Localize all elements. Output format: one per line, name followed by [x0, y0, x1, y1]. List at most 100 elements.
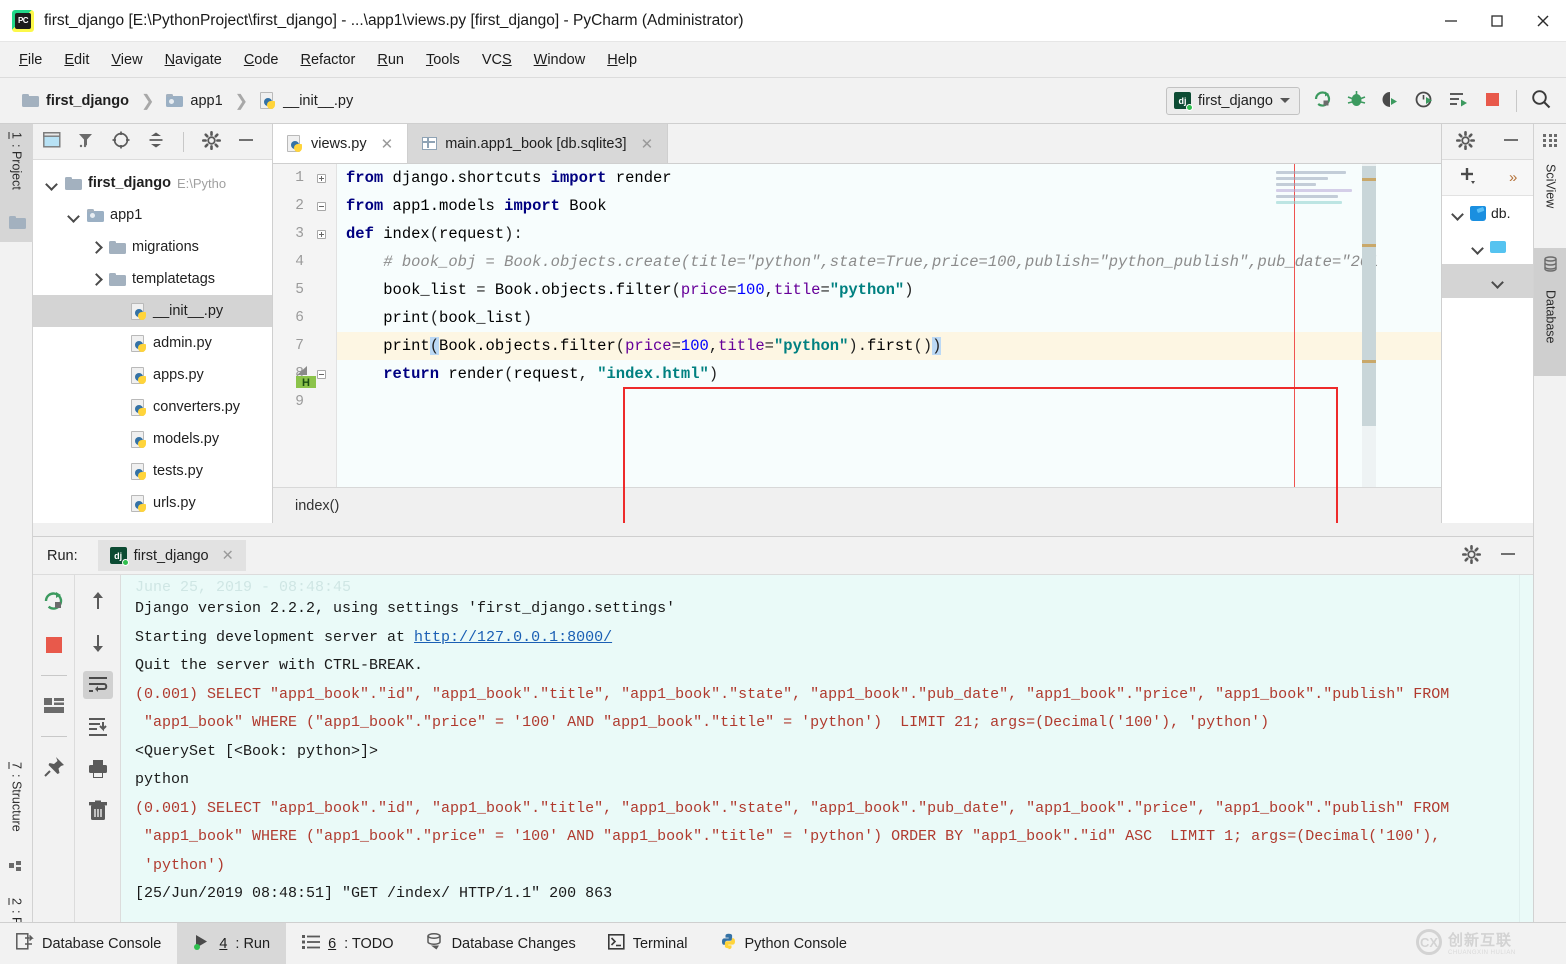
tree-item-app1[interactable]: app1	[33, 199, 272, 231]
chevron-right-icon[interactable]	[89, 240, 103, 254]
status-bar-item-databasechanges[interactable]: Database Changes	[410, 923, 592, 964]
chevron-down-icon[interactable]	[1451, 206, 1465, 220]
database-tree-row[interactable]	[1442, 230, 1533, 264]
scroll-to-end-icon[interactable]	[83, 713, 113, 741]
menu-item-edit[interactable]: Edit	[53, 48, 100, 72]
status-bar-item-todo[interactable]: 6: TODO	[286, 923, 410, 964]
debug-icon[interactable]	[1346, 89, 1367, 113]
close-icon[interactable]: ✕	[222, 548, 234, 564]
menu-item-code[interactable]: Code	[233, 48, 290, 72]
menu-item-tools[interactable]: Tools	[415, 48, 471, 72]
up-icon[interactable]	[83, 587, 113, 615]
status-bar-item-pythonconsole[interactable]: Python Console	[704, 923, 863, 964]
coverage-icon[interactable]	[1380, 89, 1401, 113]
code-minimap[interactable]	[1276, 168, 1356, 228]
chevron-down-icon[interactable]	[67, 208, 81, 222]
menu-item-vcs[interactable]: VCS	[471, 48, 523, 72]
html-marker-icon[interactable]: H	[294, 365, 318, 392]
profile-icon[interactable]	[1414, 89, 1435, 113]
fold-icon[interactable]	[317, 202, 326, 211]
menu-item-view[interactable]: View	[100, 48, 153, 72]
database-tree-row[interactable]: db.	[1442, 196, 1533, 230]
chevron-right-icon[interactable]	[89, 272, 103, 286]
rerun-icon[interactable]	[1312, 89, 1333, 113]
run-configuration-tab[interactable]: dj first_django ✕	[97, 540, 246, 571]
tree-item-appspy[interactable]: apps.py	[33, 359, 272, 391]
print-icon[interactable]	[83, 755, 113, 783]
settings-gear-icon[interactable]	[1461, 544, 1482, 567]
editor-scrollbar-thumb[interactable]	[1362, 166, 1376, 426]
chevron-down-icon[interactable]	[1491, 274, 1505, 288]
code-line-9[interactable]	[337, 388, 1441, 416]
scroll-from-source-icon[interactable]	[111, 130, 131, 153]
database-tree-row[interactable]	[1442, 264, 1533, 298]
code-line-7[interactable]: print(Book.objects.filter(price=100,titl…	[337, 332, 1441, 360]
tree-item-templatetags[interactable]: templatetags	[33, 263, 272, 295]
down-icon[interactable]	[83, 629, 113, 657]
clear-all-icon[interactable]	[83, 797, 113, 825]
menu-item-run[interactable]: Run	[366, 48, 415, 72]
settings-gear-icon[interactable]	[201, 130, 222, 153]
add-icon[interactable]	[1458, 166, 1478, 189]
sidebar-item-sciview[interactable]: SciView	[1534, 156, 1566, 238]
code-line-4[interactable]: # book_obj = Book.objects.create(title="…	[337, 248, 1441, 276]
status-bar-item-databaseconsole[interactable]: Database Console	[0, 923, 177, 964]
tree-item-converterspy[interactable]: converters.py	[33, 391, 272, 423]
rerun-icon[interactable]	[39, 587, 69, 615]
console-scrollbar[interactable]	[1519, 575, 1533, 923]
hide-icon[interactable]	[1499, 545, 1517, 566]
fold-icon[interactable]	[317, 230, 326, 239]
close-icon[interactable]: ✕	[381, 135, 394, 153]
code-line-6[interactable]: print(book_list)	[337, 304, 1441, 332]
run-configuration-selector[interactable]: dj first_django	[1166, 86, 1300, 115]
run-console-output[interactable]: June 25, 2019 - 08:48:45 Django version 2…	[121, 575, 1519, 923]
fold-icon[interactable]	[317, 370, 326, 379]
pin-icon[interactable]	[39, 753, 69, 781]
tree-item-testspy[interactable]: tests.py	[33, 455, 272, 487]
menu-item-navigate[interactable]: Navigate	[154, 48, 233, 72]
run-with-console-icon[interactable]	[1448, 89, 1469, 113]
breadcrumb-project[interactable]: first_django	[46, 93, 129, 109]
hide-icon[interactable]	[1502, 131, 1520, 152]
tree-item-firstdjango[interactable]: first_django E:\Pytho	[33, 167, 272, 199]
stop-icon[interactable]	[39, 631, 69, 659]
tree-item-modelspy[interactable]: models.py	[33, 423, 272, 455]
code-line-5[interactable]: book_list = Book.objects.filter(price=10…	[337, 276, 1441, 304]
breadcrumb-file[interactable]: __init__.py	[283, 93, 353, 109]
editor-tab-views.py[interactable]: views.py ✕	[273, 124, 409, 163]
filter-icon[interactable]	[78, 132, 95, 151]
menu-item-refactor[interactable]: Refactor	[290, 48, 367, 72]
status-bar-item-run[interactable]: 4: Run	[177, 923, 287, 964]
restore-layout-icon[interactable]	[39, 692, 69, 720]
tree-item-initpy[interactable]: __init__.py	[33, 295, 272, 327]
collapse-all-icon[interactable]	[147, 131, 165, 152]
breadcrumb-folder[interactable]: app1	[190, 93, 222, 109]
menu-item-file[interactable]: File	[8, 48, 53, 72]
tree-item-path: E:\Pytho	[176, 175, 227, 191]
tree-item-adminpy[interactable]: admin.py	[33, 327, 272, 359]
menu-item-window[interactable]: Window	[523, 48, 597, 72]
close-icon[interactable]: ✕	[641, 135, 654, 153]
chevron-down-icon[interactable]	[1471, 240, 1485, 254]
stop-icon[interactable]	[1482, 89, 1503, 113]
minimize-button[interactable]	[1428, 0, 1474, 42]
search-everywhere-icon[interactable]	[1530, 88, 1552, 113]
close-button[interactable]	[1520, 0, 1566, 42]
expand-icon[interactable]: »	[1509, 169, 1517, 186]
code-line-8[interactable]: return render(request, "index.html")	[337, 360, 1441, 388]
menu-item-help[interactable]: Help	[596, 48, 648, 72]
editor-tab-main.app1_book[interactable]: main.app1_book [db.sqlite3] ✕	[408, 124, 669, 163]
tree-item-migrations[interactable]: migrations	[33, 231, 272, 263]
select-opened-file-icon[interactable]	[43, 131, 62, 152]
status-bar-item-terminal[interactable]: Terminal	[592, 923, 704, 964]
settings-gear-icon[interactable]	[1455, 130, 1475, 153]
hide-icon[interactable]	[237, 131, 255, 152]
maximize-button[interactable]	[1474, 0, 1520, 42]
server-url-link[interactable]: http://127.0.0.1:8000/	[414, 629, 612, 646]
code-editor[interactable]: 123456789 H from django.shortcuts import…	[273, 164, 1441, 523]
soft-wrap-icon[interactable]	[82, 671, 113, 699]
sidebar-item-structure[interactable]: 7: Structure	[0, 754, 33, 874]
tree-item-urlspy[interactable]: urls.py	[33, 487, 272, 519]
fold-icon[interactable]	[317, 174, 326, 183]
chevron-down-icon[interactable]	[45, 176, 59, 190]
